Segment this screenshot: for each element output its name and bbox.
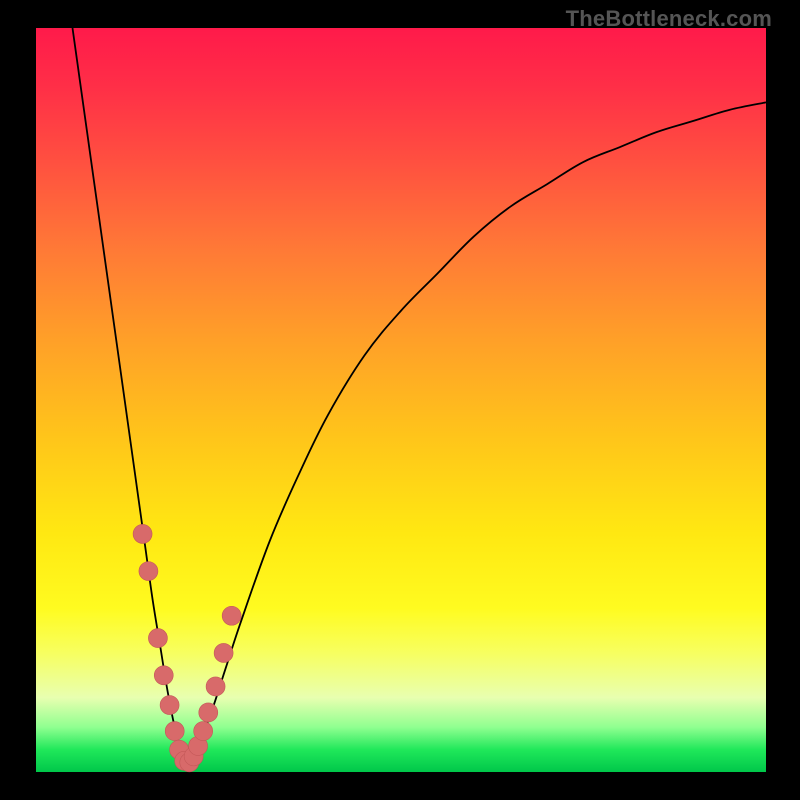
curve-left-branch xyxy=(73,28,186,768)
data-marker xyxy=(160,696,179,715)
data-marker xyxy=(148,629,167,648)
chart-svg xyxy=(36,28,766,772)
data-marker xyxy=(154,666,173,685)
data-marker xyxy=(194,722,213,741)
data-marker xyxy=(199,703,218,722)
data-marker xyxy=(165,722,184,741)
chart-frame: TheBottleneck.com xyxy=(0,0,800,800)
data-marker xyxy=(206,677,225,696)
data-marker xyxy=(214,643,233,662)
data-marker xyxy=(139,562,158,581)
data-marker xyxy=(133,524,152,543)
marker-group xyxy=(133,524,241,771)
curve-right-branch xyxy=(186,102,766,768)
watermark-text: TheBottleneck.com xyxy=(566,6,772,32)
plot-area xyxy=(36,28,766,772)
data-marker xyxy=(222,606,241,625)
curve-group xyxy=(73,28,767,768)
